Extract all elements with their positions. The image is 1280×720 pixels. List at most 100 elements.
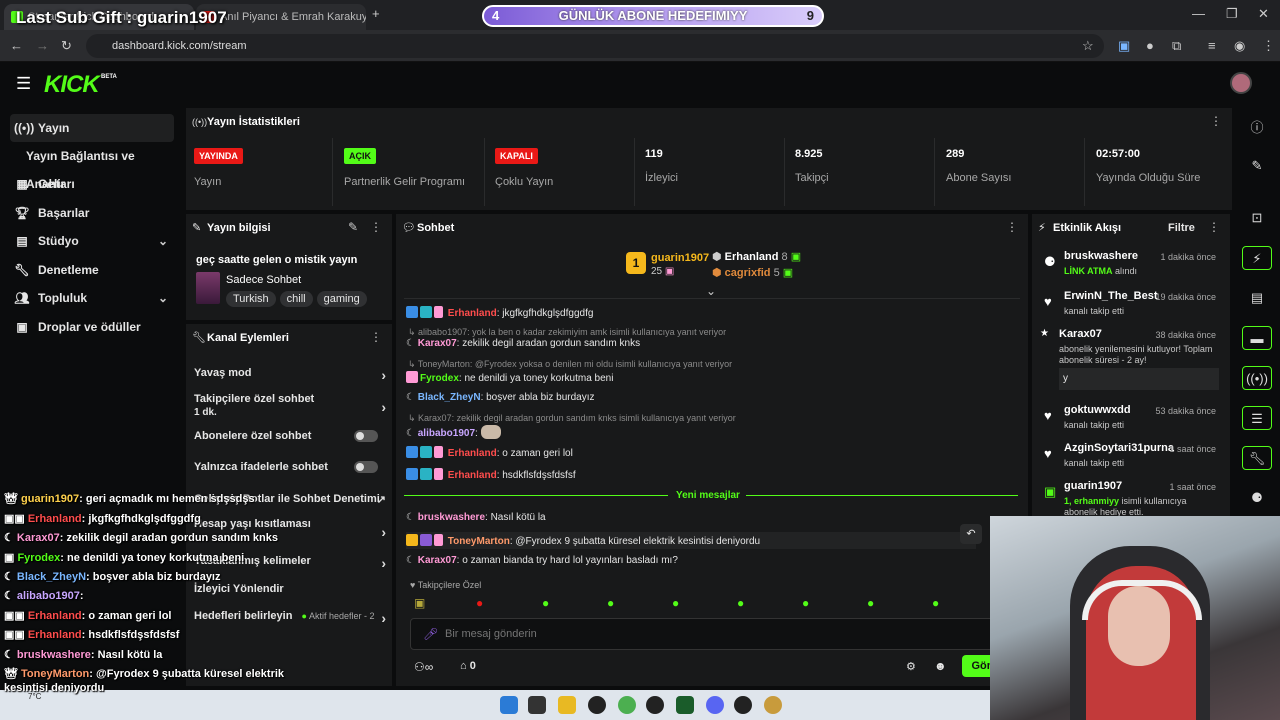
- sidebar-item-denetleme[interactable]: 🔧︎ Denetleme: [10, 256, 174, 284]
- tab-label: Anıl Piyancı & Emrah Karakuyu: [220, 11, 366, 23]
- sidebar-item-stream-key[interactable]: Yayın Bağlantısı ve Anahtarı: [10, 142, 174, 191]
- user-avatar[interactable]: [1230, 72, 1252, 94]
- feed-username[interactable]: AzginSoytari31purna: [1064, 442, 1174, 454]
- chat-username[interactable]: Black_ZheyN: [418, 392, 481, 403]
- followers-only-row[interactable]: Takipçilere özel sohbet 1 dk. ›: [194, 393, 386, 418]
- chat-username[interactable]: alibabo1907: [418, 428, 475, 439]
- maximize-icon[interactable]: ❐: [1226, 6, 1238, 22]
- feed-username[interactable]: guarin1907: [1064, 480, 1122, 492]
- chat-username[interactable]: Erhanland: [448, 308, 497, 319]
- info-icon[interactable]: ⓘ: [1242, 116, 1272, 140]
- settings-gear-icon[interactable]: ⚙: [906, 660, 916, 673]
- chat-username[interactable]: Erhanland: [448, 470, 497, 481]
- emote-icon[interactable]: ●: [542, 596, 549, 610]
- slow-mode-row[interactable]: Yavaş mod ›: [194, 367, 386, 383]
- sidebar-item-basarilar[interactable]: 🏆︎ Başarılar: [10, 199, 174, 227]
- emotes-only-row[interactable]: Yalnızca ifadelerle sohbet: [194, 461, 386, 473]
- feed-username[interactable]: goktuwwxdd: [1064, 404, 1131, 416]
- beta-badge: BETA: [101, 74, 117, 80]
- broadcast-icon[interactable]: ((•)): [1242, 366, 1272, 390]
- sidebar-item-yayin[interactable]: ((•)) Yayın: [10, 114, 174, 142]
- emote-icon[interactable]: ●: [607, 596, 614, 610]
- chat-input-box[interactable]: 🎤︎: [410, 618, 1000, 650]
- pencil-icon[interactable]: ✎: [1242, 154, 1272, 178]
- filter-button[interactable]: Filtre: [1168, 222, 1195, 234]
- chat-username[interactable]: TonеyMarton: [448, 536, 510, 547]
- chat-username[interactable]: Erhanland: [448, 448, 497, 459]
- file-explorer-icon[interactable]: [558, 696, 576, 714]
- app-icon[interactable]: [646, 696, 664, 714]
- sidebar-item-topluluk[interactable]: 👥︎ Topluluk ⌄: [10, 284, 174, 312]
- emote-icon[interactable]: ●: [867, 596, 874, 610]
- wrench-icon[interactable]: 🔧︎: [1242, 446, 1272, 470]
- chat-username[interactable]: Karax07: [418, 555, 457, 566]
- puzzle-icon[interactable]: ⧉: [1172, 38, 1181, 54]
- points-icon[interactable]: ⚈: [1242, 486, 1272, 510]
- emote-icon[interactable]: ●: [737, 596, 744, 610]
- chat-message-input[interactable]: [445, 625, 985, 643]
- redirect-viewers-row[interactable]: İzleyici Yönlendir: [194, 583, 386, 595]
- subscribers-only-row[interactable]: Abonelere özel sohbet: [194, 430, 386, 442]
- media-icon[interactable]: ≡: [1208, 38, 1216, 53]
- minimize-icon[interactable]: —: [1192, 6, 1205, 21]
- divider: [1084, 138, 1085, 206]
- bookmark-star-icon[interactable]: ☆: [1082, 38, 1094, 54]
- emote-picker-icon[interactable]: ☻: [934, 659, 947, 673]
- emote-icon[interactable]: ●: [476, 596, 483, 610]
- goals-row[interactable]: Hedefleri belirleyin ● Aktif hedefler - …: [194, 610, 386, 626]
- more-options-icon[interactable]: ⋮: [1208, 220, 1220, 234]
- obs-icon[interactable]: [588, 696, 606, 714]
- more-options-icon[interactable]: ⋮: [370, 330, 382, 344]
- profile-avatar-icon[interactable]: ◉: [1234, 38, 1245, 54]
- sidebar-item-studyo[interactable]: ▤ Stüdyo ⌄: [10, 227, 174, 255]
- lightning-icon[interactable]: ⚡︎: [1242, 246, 1272, 270]
- account-age-row[interactable]: Hesap yaşı kısıtlaması ›: [194, 518, 386, 540]
- more-options-icon[interactable]: ⋮: [1006, 220, 1018, 234]
- reload-icon[interactable]: ↻: [61, 38, 72, 54]
- sidebar-item-droplar[interactable]: ▣ Droplar ve ödüller: [10, 313, 174, 341]
- more-options-icon[interactable]: ⋮: [1210, 114, 1222, 128]
- league-icon[interactable]: [764, 696, 782, 714]
- url-field[interactable]: dashboard.kick.com/stream: [86, 34, 1104, 58]
- more-options-icon[interactable]: ⋮: [370, 220, 382, 234]
- emotes-only-toggle[interactable]: [354, 461, 378, 473]
- edit-icon[interactable]: ✎: [348, 220, 358, 234]
- chat-username[interactable]: bruskwashere: [418, 512, 485, 523]
- feed-username[interactable]: bruskwashere: [1064, 250, 1138, 262]
- chat-username[interactable]: Karax07: [418, 338, 457, 349]
- microphone-icon[interactable]: 🎤︎: [423, 627, 438, 641]
- badge-icon: [420, 306, 432, 318]
- chat-message: ☾ alibabo1907:: [406, 425, 501, 439]
- layout-icon[interactable]: ☰: [1242, 406, 1272, 430]
- new-tab-icon[interactable]: +: [372, 6, 380, 21]
- hamburger-menu-icon[interactable]: ☰: [16, 74, 31, 94]
- expand-icon[interactable]: ⊡: [1242, 206, 1272, 230]
- close-window-icon[interactable]: ✕: [1258, 6, 1269, 22]
- app-icon[interactable]: [676, 696, 694, 714]
- heart-icon: ♥: [1044, 446, 1052, 461]
- emote-icon[interactable]: ●: [802, 596, 809, 610]
- kick-logo[interactable]: KICK: [44, 71, 100, 99]
- collapse-chevron-icon[interactable]: ⌄: [706, 284, 716, 298]
- reply-icon[interactable]: ↶: [960, 524, 982, 544]
- document-icon[interactable]: ▤: [1242, 286, 1272, 310]
- task-view-icon[interactable]: [528, 696, 546, 714]
- emote-icon[interactable]: ●: [932, 596, 939, 610]
- feed-username[interactable]: ErwinN_The_Best: [1064, 290, 1158, 302]
- forward-icon[interactable]: →: [36, 38, 49, 53]
- chat-username[interactable]: Fyrodex: [420, 373, 459, 384]
- chrome-icon[interactable]: [618, 696, 636, 714]
- extension-icon[interactable]: ●: [1146, 38, 1154, 53]
- discord-icon[interactable]: [706, 696, 724, 714]
- sidebar-item-gelir[interactable]: ▦ Gelir: [10, 170, 174, 198]
- emote-icon[interactable]: ●: [672, 596, 679, 610]
- app-icon[interactable]: [734, 696, 752, 714]
- emote-icon[interactable]: ▣: [414, 596, 425, 610]
- browser-menu-icon[interactable]: ⋮: [1262, 38, 1275, 54]
- windows-start-icon[interactable]: [500, 696, 518, 714]
- chat-bubble-icon[interactable]: ▬: [1242, 326, 1272, 350]
- extension-icon[interactable]: ▣: [1118, 38, 1130, 54]
- back-icon[interactable]: ←: [10, 38, 23, 53]
- subscribers-only-toggle[interactable]: [354, 430, 378, 442]
- feed-username[interactable]: Karax07: [1059, 328, 1102, 340]
